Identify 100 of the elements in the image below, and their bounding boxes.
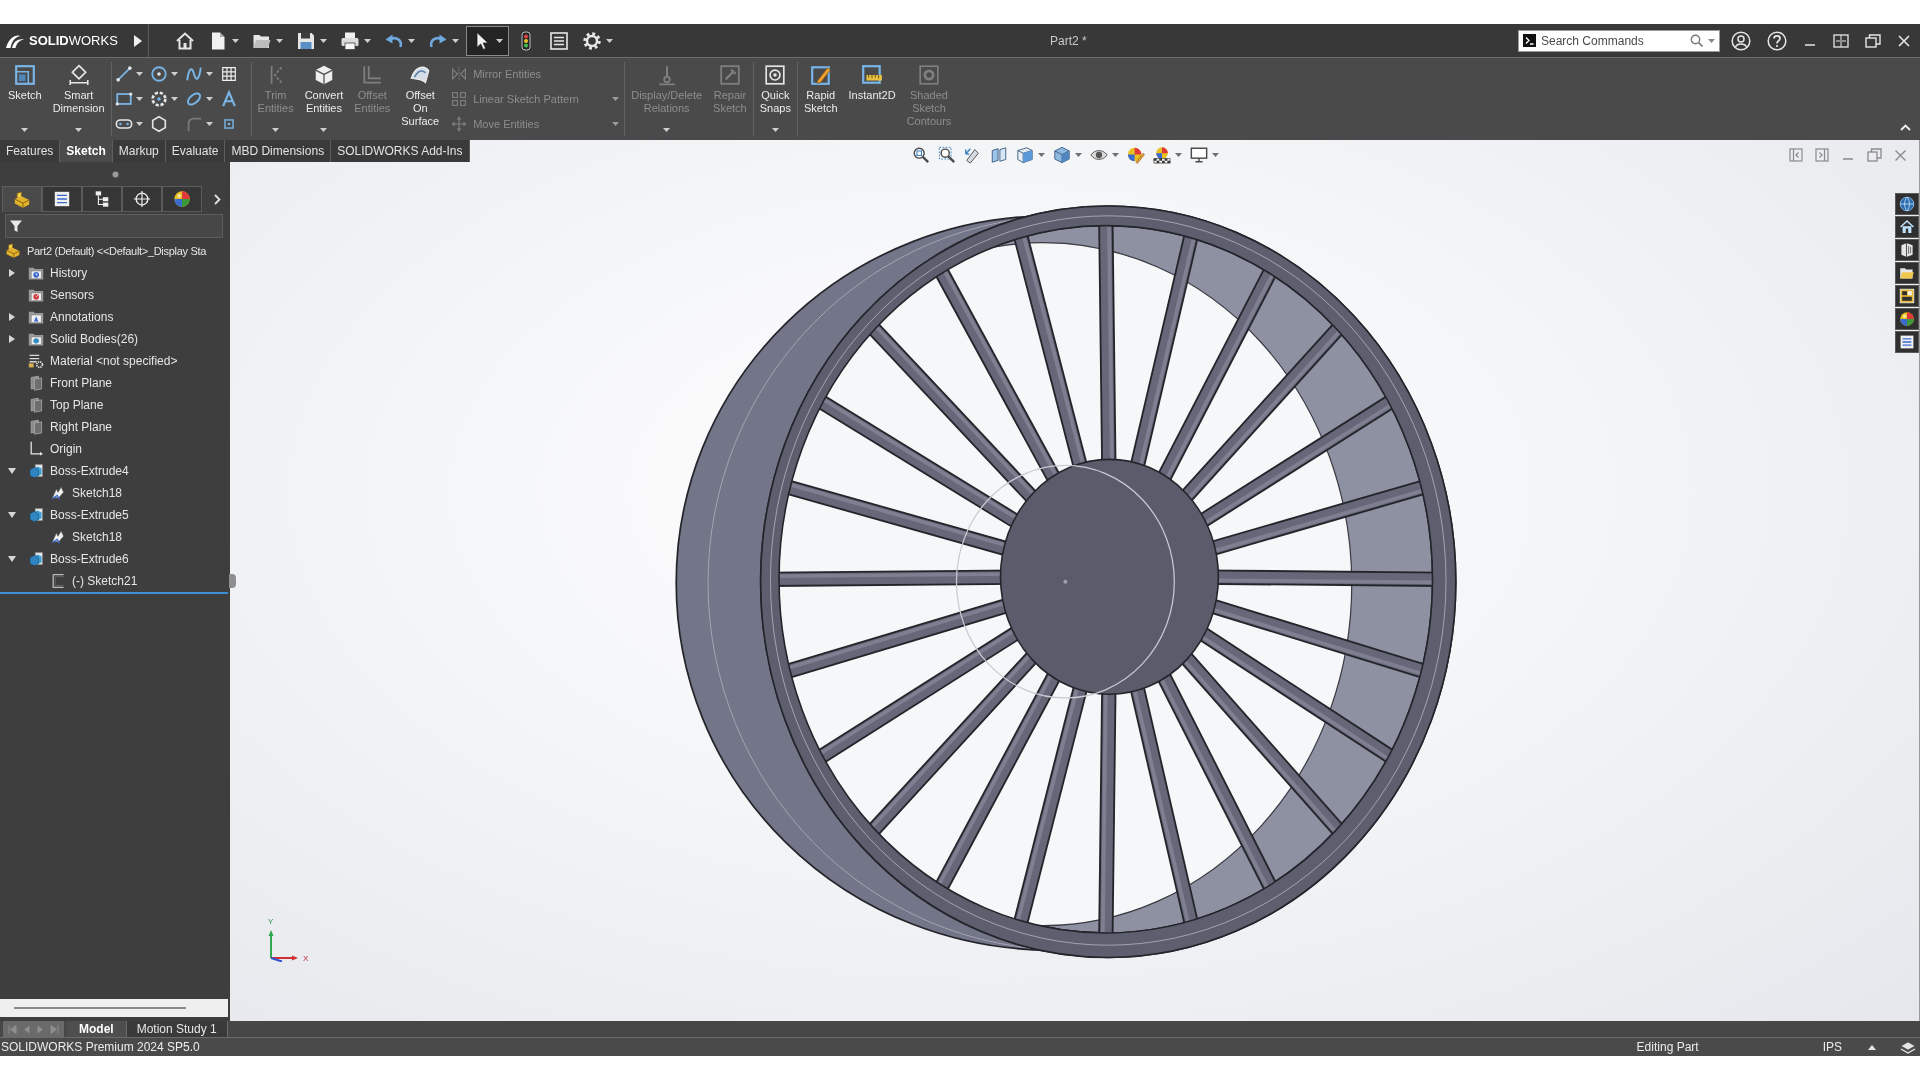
panel-right-icon[interactable]	[1815, 148, 1829, 162]
caret-icon[interactable]	[320, 128, 328, 132]
stack-icon[interactable]	[1900, 1040, 1916, 1054]
scene-icon[interactable]	[1153, 146, 1171, 164]
caret-icon[interactable]	[272, 128, 280, 132]
filter-icon[interactable]	[9, 219, 23, 233]
tree-item[interactable]: Sketch18	[0, 526, 230, 548]
horizontal-scrollbar[interactable]	[0, 999, 228, 1017]
tree-item[interactable]: Origin	[0, 438, 230, 460]
cabinet-icon[interactable]	[1895, 239, 1919, 261]
shaded-cube-icon[interactable]	[1053, 146, 1071, 164]
tree-item[interactable]: Boss-Extrude5	[0, 504, 230, 526]
caret-up-icon[interactable]	[1868, 1044, 1876, 1050]
caret-icon[interactable]	[170, 72, 178, 76]
caret-icon[interactable]	[205, 97, 213, 101]
list-icon[interactable]	[1895, 331, 1919, 353]
tree-item[interactable]: Right Plane	[0, 416, 230, 438]
expand-arrow-icon[interactable]	[133, 34, 142, 47]
tree-item[interactable]: Annotations	[0, 306, 230, 328]
help-icon[interactable]	[1767, 30, 1787, 51]
caret-icon[interactable]	[75, 128, 83, 132]
caret-icon[interactable]	[135, 72, 143, 76]
bottom-tab[interactable]: Motion Study 1	[126, 1021, 228, 1037]
caret-down-icon[interactable]	[8, 512, 16, 518]
filter-field[interactable]	[5, 214, 223, 238]
panel-left-icon[interactable]	[1789, 148, 1803, 162]
globe-icon[interactable]	[1895, 193, 1919, 215]
circle-icon[interactable]	[149, 65, 168, 83]
search-input[interactable]: Search Commands	[1541, 31, 1685, 50]
zoom-area-icon[interactable]	[938, 146, 956, 164]
caret-icon[interactable]	[135, 97, 143, 101]
tree-item[interactable]: (-) Sketch21	[0, 570, 230, 592]
caret-icon[interactable]	[1212, 153, 1219, 157]
ribbon-button[interactable]: Convert Entities	[301, 58, 347, 140]
palette-icon[interactable]	[1895, 285, 1919, 307]
caret-icon[interactable]	[170, 97, 178, 101]
caret-icon[interactable]	[663, 128, 671, 132]
tree-item[interactable]: Boss-Extrude6	[0, 548, 230, 570]
tree-item[interactable]: Top Plane	[0, 394, 230, 416]
caret-icon[interactable]	[1175, 153, 1182, 157]
ribbon-button[interactable]: Offset On Surface	[398, 58, 443, 140]
caret-down-icon[interactable]	[8, 556, 16, 562]
text-tool-icon[interactable]	[219, 90, 238, 108]
caret-icon[interactable]	[135, 122, 143, 126]
tile-windows-icon[interactable]	[1833, 33, 1849, 48]
command-tab[interactable]: Sketch	[60, 140, 113, 162]
rectangle-icon[interactable]	[114, 90, 133, 108]
caret-icon[interactable]	[495, 38, 503, 43]
caret-icon[interactable]	[363, 38, 371, 43]
search-box[interactable]: Search Commands	[1518, 29, 1720, 52]
previous-view-icon[interactable]	[964, 146, 982, 164]
ribbon-button[interactable]: Rapid Sketch	[800, 58, 841, 140]
line-icon[interactable]	[114, 65, 133, 83]
gear-icon[interactable]	[581, 30, 602, 51]
panel-tab[interactable]	[162, 186, 202, 212]
caret-right-icon[interactable]	[9, 313, 15, 321]
tree-item[interactable]: Sensors	[0, 284, 230, 306]
tree-item[interactable]: Front Plane	[0, 372, 230, 394]
mesh-icon[interactable]	[219, 65, 238, 83]
rollback-handle[interactable]	[229, 574, 236, 588]
caret-icon[interactable]	[231, 38, 239, 43]
paint-ball-icon[interactable]	[1127, 146, 1145, 164]
ribbon-button[interactable]: Instant2D	[845, 58, 899, 140]
ribbon-button[interactable]: Quick Snaps	[756, 58, 794, 140]
caret-icon[interactable]	[21, 128, 29, 132]
panel-tab[interactable]	[2, 186, 42, 212]
caret-icon[interactable]	[205, 72, 213, 76]
caret-icon[interactable]	[771, 128, 779, 132]
tree-item[interactable]: Material <not specified>	[0, 350, 230, 372]
caret-icon[interactable]	[1075, 153, 1082, 157]
tree-item[interactable]: Sketch18	[0, 482, 230, 504]
list-icon[interactable]	[548, 30, 569, 51]
caret-icon[interactable]	[1038, 153, 1045, 157]
caret-icon[interactable]	[451, 38, 459, 43]
restore-icon[interactable]	[1865, 33, 1881, 48]
pressed-tool-button[interactable]	[465, 25, 509, 56]
splitter-grip-icon[interactable]	[111, 170, 119, 178]
panel-tab[interactable]	[82, 186, 122, 212]
caret-icon[interactable]	[407, 38, 415, 43]
ellipse-icon[interactable]	[184, 90, 203, 108]
search-icon[interactable]	[1690, 34, 1703, 47]
caret-icon[interactable]	[205, 122, 213, 126]
caret-right-icon[interactable]	[9, 335, 15, 343]
user-icon[interactable]	[1731, 30, 1751, 51]
caret-icon[interactable]	[1112, 153, 1119, 157]
ribbon-button[interactable]: Sketch	[5, 58, 45, 140]
tree-item[interactable]: History	[0, 262, 230, 284]
caret-icon[interactable]	[605, 38, 613, 43]
house-icon[interactable]	[174, 30, 195, 51]
view-cube-icon[interactable]	[1016, 146, 1034, 164]
tree-item[interactable]: Part2 (Default) <<Default>_Display Sta	[0, 240, 230, 262]
caret-down-icon[interactable]	[8, 468, 16, 474]
caret-icon[interactable]	[275, 38, 283, 43]
bottom-tab[interactable]: Model	[67, 1021, 127, 1037]
tree-item[interactable]: Solid Bodies(26)	[0, 328, 230, 350]
hexagon-icon[interactable]	[149, 115, 168, 133]
ribbon-button[interactable]: Smart Dimension	[49, 58, 108, 140]
folder-icon[interactable]	[1895, 262, 1919, 284]
chevron-right-icon[interactable]	[214, 193, 221, 205]
collapse-chevron-icon[interactable]	[1900, 124, 1911, 131]
